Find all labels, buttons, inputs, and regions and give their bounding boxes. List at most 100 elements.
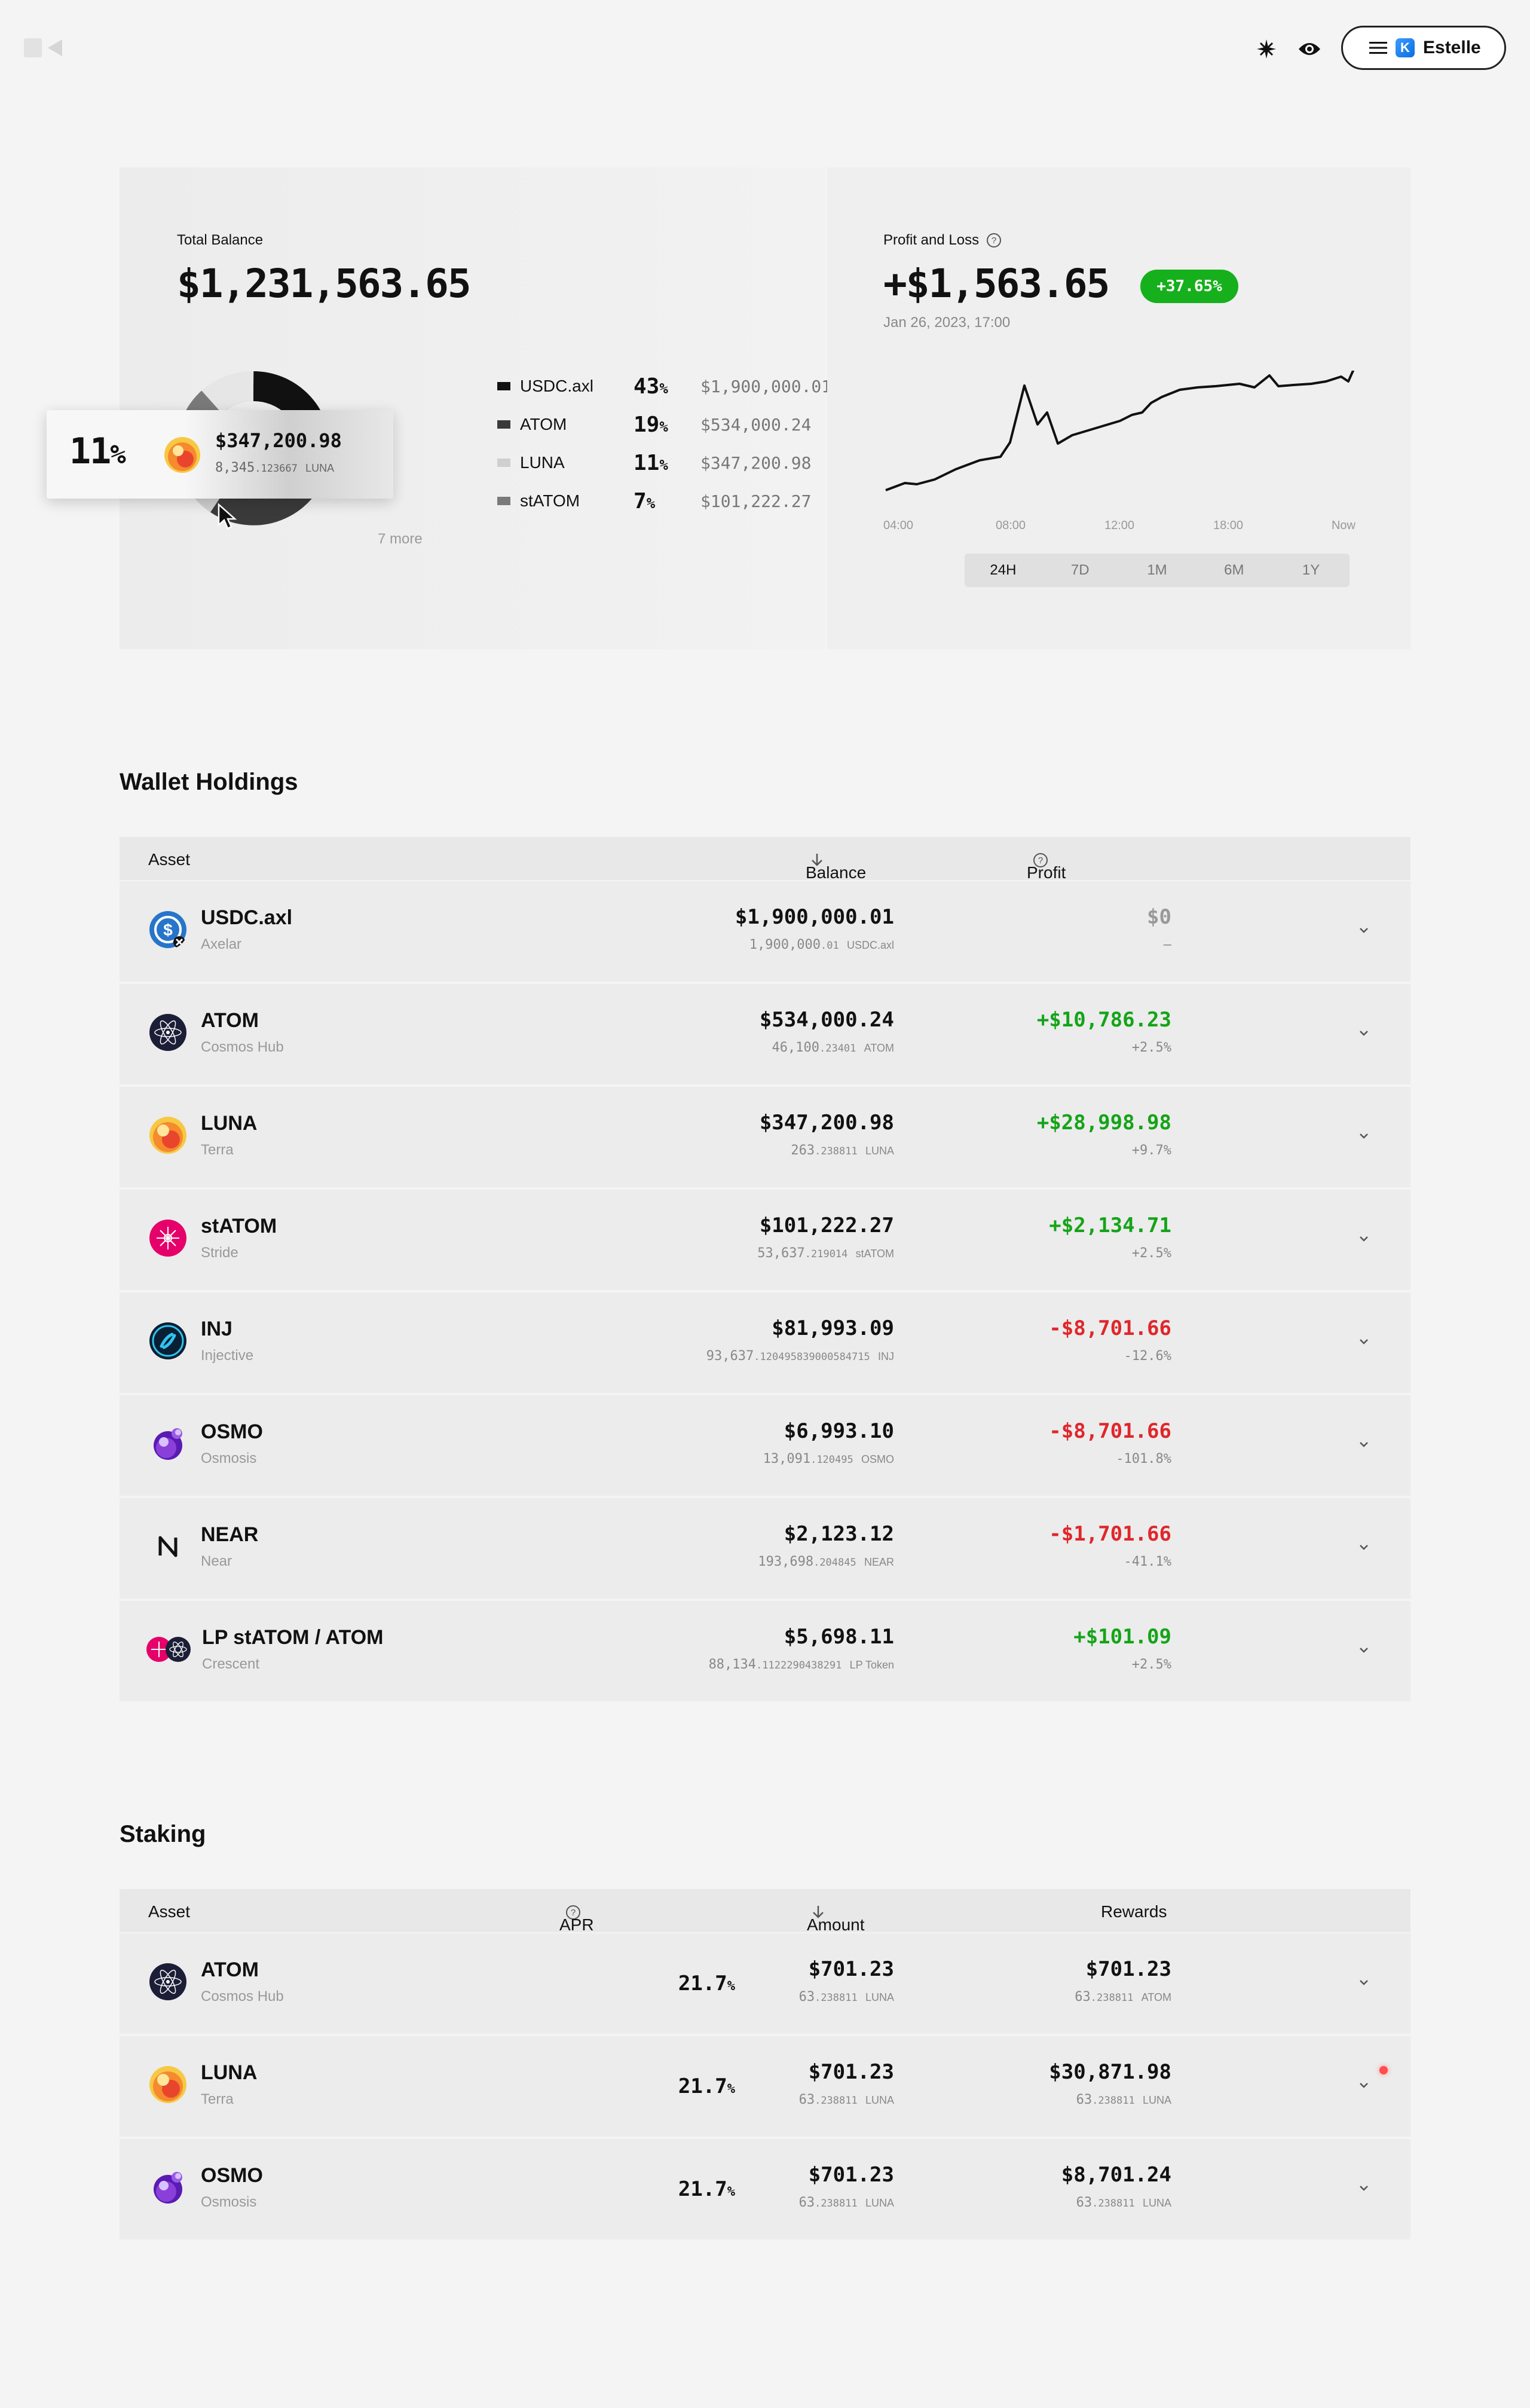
help-icon[interactable]: ? xyxy=(986,233,1002,248)
table-row[interactable]: ATOM Cosmos Hub $534,000.24 46,100.23401… xyxy=(120,984,1410,1084)
rewards-tokens: 63.238811 LUNA xyxy=(1076,2092,1171,2107)
statom-icon xyxy=(149,1220,186,1257)
col-balance[interactable]: Balance xyxy=(806,850,866,882)
col-amount[interactable]: Amount xyxy=(807,1902,865,1934)
pnl-value: -$1,701.66 xyxy=(1049,1522,1171,1546)
apr-value: 21.7% xyxy=(678,2177,735,2201)
donut-segment-other[interactable] xyxy=(201,371,254,414)
legend-name: ATOM xyxy=(520,415,567,433)
user-name: Estelle xyxy=(1423,38,1481,57)
asset-name: LP stATOM / ATOM xyxy=(202,1626,384,1649)
tab-6m[interactable]: 6M xyxy=(1195,554,1272,587)
table-row[interactable]: $ USDC.axl Axelar $1,900,000.01 1,900,00… xyxy=(120,881,1410,982)
amount-tokens: 63.238811 LUNA xyxy=(798,2092,894,2107)
table-row[interactable]: ATOM Cosmos Hub 21.7% $701.23 63.238811 … xyxy=(120,1933,1410,2034)
table-row[interactable]: INJ Injective $81,993.09 93,637.12049583… xyxy=(120,1292,1410,1393)
legend-name: stATOM xyxy=(520,491,580,510)
menu-icon xyxy=(1369,42,1387,54)
pnl-header: Profit and Loss ? xyxy=(883,232,1002,249)
legend-swatch xyxy=(497,382,510,390)
pnl-percent: +2.5% xyxy=(1131,1040,1171,1055)
osmo-icon xyxy=(154,2172,182,2204)
chevron-down-icon[interactable] xyxy=(1355,922,1372,939)
user-menu-button[interactable]: K Estelle xyxy=(1341,26,1506,70)
pnl-percent: +2.5% xyxy=(1131,1657,1171,1672)
tooltip-value: $347,200.98 xyxy=(215,429,342,452)
table-row[interactable]: OSMO Osmosis 21.7% $701.23 63.238811 LUN… xyxy=(120,2139,1410,2239)
table-row[interactable]: OSMO Osmosis $6,993.10 13,091.120495 OSM… xyxy=(120,1395,1410,1496)
svg-text:$: $ xyxy=(163,921,173,939)
inj-icon xyxy=(149,1322,186,1359)
chevron-down-icon[interactable] xyxy=(1355,1436,1372,1453)
user-avatar: K xyxy=(1396,38,1415,57)
legend-item[interactable]: LUNA 11% $347,200.98 xyxy=(497,451,811,475)
balance-value: $347,200.98 xyxy=(759,1111,894,1135)
col-pnl[interactable]: Profit and Loss ? xyxy=(1027,850,1066,920)
rewards-value: $30,871.98 xyxy=(1049,2060,1171,2084)
logo-mark xyxy=(24,38,42,57)
amount-value: $701.23 xyxy=(808,1957,894,1981)
legend-name: USDC.axl xyxy=(520,377,593,395)
asset-name: INJ xyxy=(201,1318,232,1340)
col-apr[interactable]: APR ? xyxy=(559,1902,594,1934)
legend-pct: 11% xyxy=(634,450,668,475)
pnl-line-chart[interactable] xyxy=(881,371,1407,526)
pnl-series-line xyxy=(885,371,1355,491)
table-row[interactable]: NEAR Near $2,123.12 193,698.204845 NEAR … xyxy=(120,1498,1410,1599)
tab-1y[interactable]: 1Y xyxy=(1272,554,1350,587)
balance-value: $6,993.10 xyxy=(784,1419,894,1443)
pnl-value: -$8,701.66 xyxy=(1049,1316,1171,1340)
asset-chain: Near xyxy=(201,1553,232,1569)
sparkle-icon[interactable] xyxy=(1252,35,1281,63)
amount-tokens: 63.238811 LUNA xyxy=(798,1990,894,2004)
legend-swatch xyxy=(497,459,510,467)
asset-chain: Crescent xyxy=(202,1656,260,1672)
pnl-percent: -101.8% xyxy=(1116,1451,1171,1466)
table-row[interactable]: LP stATOM / ATOM Crescent $5,698.11 88,1… xyxy=(120,1601,1410,1701)
chevron-down-icon[interactable] xyxy=(1355,1025,1372,1041)
total-balance-value: $1,231,563.65 xyxy=(177,261,472,307)
balance-value: $101,222.27 xyxy=(759,1214,894,1237)
balance-amount: 93,637.120495839000584715 INJ xyxy=(706,1349,894,1364)
notification-dot xyxy=(1379,2066,1388,2074)
legend-item[interactable]: stATOM 7% $101,222.27 xyxy=(497,489,811,514)
apr-value: 21.7% xyxy=(678,2074,735,2098)
tab-24h[interactable]: 24H xyxy=(965,554,1042,587)
luna-icon xyxy=(149,1117,186,1154)
chevron-down-icon[interactable] xyxy=(1355,1539,1372,1556)
pnl-value: +$2,134.71 xyxy=(1049,1214,1171,1237)
col-asset[interactable]: Asset xyxy=(148,850,190,869)
pnl-percent-badge: +37.65% xyxy=(1140,270,1238,303)
tab-1m[interactable]: 1M xyxy=(1119,554,1196,587)
chevron-down-icon[interactable] xyxy=(1355,1333,1372,1350)
rewards-value: $8,701.24 xyxy=(1061,2163,1171,2187)
balance-amount: 193,698.204845 NEAR xyxy=(758,1554,894,1569)
total-balance-card: Total Balance $1,231,563.65 USDC.axl 43%… xyxy=(120,167,831,649)
legend-more-link[interactable]: 7 more xyxy=(378,531,423,548)
svg-text:?: ? xyxy=(992,236,996,246)
donut-tooltip: 11% $347,200.98 8,345.123667 LUNA xyxy=(47,410,393,499)
pnl-percent: +9.7% xyxy=(1131,1143,1171,1158)
balance-amount: 46,100.23401 ATOM xyxy=(772,1040,895,1055)
chevron-down-icon[interactable] xyxy=(1355,2077,1372,2094)
table-row[interactable]: LUNA Terra $347,200.98 263.238811 LUNA +… xyxy=(120,1087,1410,1187)
chevron-down-icon[interactable] xyxy=(1355,1127,1372,1144)
legend-swatch xyxy=(497,497,510,505)
legend-item[interactable]: USDC.axl 43% $1,900,000.01 xyxy=(497,374,831,399)
eye-icon[interactable] xyxy=(1295,35,1324,63)
chevron-down-icon[interactable] xyxy=(1355,1230,1372,1247)
atom-icon xyxy=(149,1014,186,1051)
chevron-down-icon[interactable] xyxy=(1355,2180,1372,2196)
app-logo[interactable] xyxy=(24,35,72,61)
balance-value: $5,698.11 xyxy=(784,1625,894,1649)
asset-name: USDC.axl xyxy=(201,906,293,929)
chevron-down-icon[interactable] xyxy=(1355,1974,1372,1991)
col-asset[interactable]: Asset xyxy=(148,1902,190,1921)
table-row[interactable]: LUNA Terra 21.7% $701.23 63.238811 LUNA … xyxy=(120,2036,1410,2137)
col-rewards[interactable]: Rewards xyxy=(1101,1902,1167,1921)
chevron-down-icon[interactable] xyxy=(1355,1642,1372,1658)
near-icon xyxy=(158,1536,178,1557)
tab-7d[interactable]: 7D xyxy=(1042,554,1119,587)
legend-item[interactable]: ATOM 19% $534,000.24 xyxy=(497,412,811,437)
table-row[interactable]: stATOM Stride $101,222.27 53,637.219014 … xyxy=(120,1190,1410,1290)
